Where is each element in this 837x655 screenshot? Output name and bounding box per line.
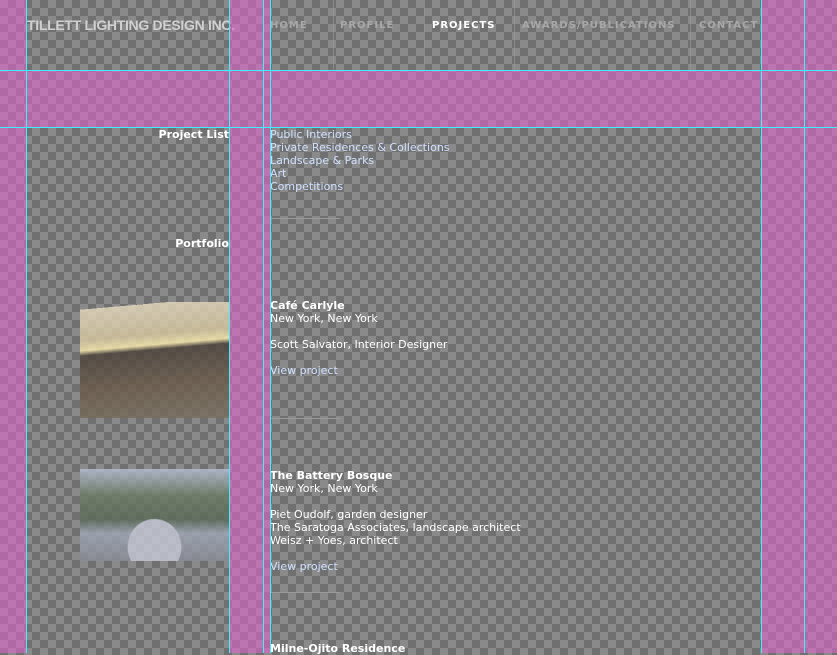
project-title: Milne-Ojito Residence [270, 642, 406, 655]
project-location: New York, New York [270, 312, 378, 325]
guide-row [26, 70, 229, 127]
guide-column [761, 0, 837, 653]
nav-profile[interactable]: PROFILE [340, 20, 394, 31]
project-credit: Piet Oudolf, garden designer [270, 508, 428, 521]
project-category-list: Public Interiors Private Residences & Co… [270, 128, 450, 193]
nav-divider [333, 0, 334, 70]
guide-line [804, 0, 805, 653]
category-competitions[interactable]: Competitions [270, 180, 343, 193]
project-credit: Weisz + Yoes, architect [270, 534, 398, 547]
nav-projects[interactable]: PROJECTS [432, 20, 495, 31]
category-public-interiors[interactable]: Public Interiors [270, 128, 352, 141]
nav-divider [514, 0, 515, 70]
divider [270, 218, 340, 219]
battery-bosque-thumbnail[interactable] [80, 469, 229, 561]
nav-home[interactable]: HOME [270, 20, 308, 31]
guide-line [229, 0, 230, 653]
guide-column [0, 0, 26, 653]
site-logo[interactable]: TILLETT LIGHTING DESIGN INC. [27, 17, 235, 33]
guide-line [0, 70, 837, 71]
divider [270, 418, 340, 419]
project-title: Café Carlyle [270, 299, 345, 312]
project-entry: The Battery Bosque New York, New York Pi… [270, 469, 521, 573]
guide-line [263, 0, 264, 653]
project-entry: Café Carlyle New York, New York Scott Sa… [270, 299, 447, 377]
view-project-link[interactable]: View project [270, 364, 338, 377]
project-list-label: Project List [158, 128, 229, 141]
project-location: New York, New York [270, 482, 378, 495]
nav-awards-publications[interactable]: AWARDS/PUBLICATIONS [522, 20, 676, 31]
nav-divider [424, 0, 425, 70]
guide-line [0, 127, 837, 128]
guide-line [761, 0, 762, 653]
project-title: The Battery Bosque [270, 469, 393, 482]
guide-line [270, 0, 271, 653]
nav-contact[interactable]: CONTACT [699, 20, 758, 31]
view-project-link[interactable]: View project [270, 560, 338, 573]
project-credit: Scott Salvator, Interior Designer [270, 338, 448, 351]
category-landscape-parks[interactable]: Landscape & Parks [270, 154, 374, 167]
divider [270, 592, 340, 593]
cafe-carlyle-thumbnail[interactable] [80, 302, 229, 418]
project-credit: The Saratoga Associates, landscape archi… [270, 521, 521, 534]
guide-row [270, 70, 761, 127]
category-art[interactable]: Art [270, 167, 286, 180]
category-private-residences[interactable]: Private Residences & Collections [270, 141, 450, 154]
nav-divider [690, 0, 691, 70]
guide-line [26, 0, 27, 653]
portfolio-label: Portfolio [175, 237, 229, 250]
